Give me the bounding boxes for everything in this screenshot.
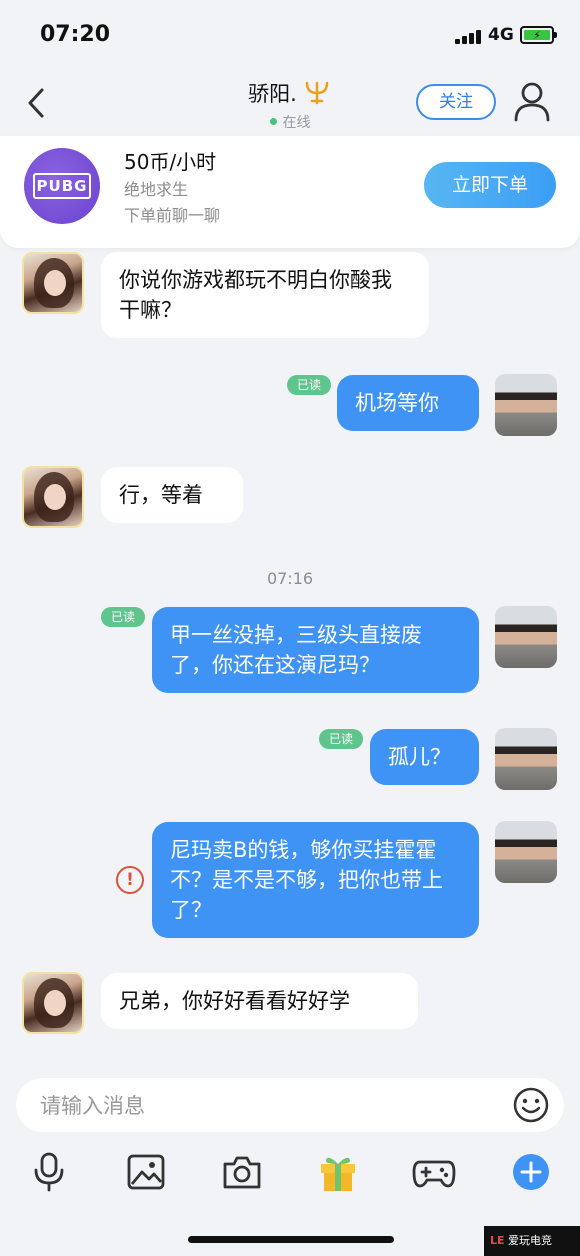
watermark-logo: LE 爱玩电竞 — [484, 1226, 580, 1256]
home-indicator[interactable] — [188, 1236, 394, 1243]
signal-icon — [455, 30, 481, 44]
service-game: 绝地求生 — [124, 180, 189, 199]
my-avatar[interactable] — [495, 821, 557, 883]
message-bubble-incoming[interactable]: 你说你游戏都玩不明白你酸我干嘛？ — [101, 252, 429, 338]
message-bubble-incoming[interactable]: 行，等着 — [101, 467, 243, 523]
message-input-placeholder: 请输入消息 — [40, 1094, 145, 1118]
message-bubble-incoming[interactable]: 兄弟，你好好看看好好学 — [101, 973, 418, 1029]
service-price: 50币/小时 — [124, 150, 217, 174]
profile-icon[interactable] — [513, 80, 551, 122]
contact-avatar[interactable] — [22, 466, 84, 528]
service-card: PUBG 50币/小时 绝地求生 下单前聊一聊 立即下单 — [0, 136, 580, 248]
my-avatar[interactable] — [495, 374, 557, 436]
gift-icon[interactable] — [316, 1150, 360, 1194]
order-now-button[interactable]: 立即下单 — [424, 162, 556, 208]
emoji-icon[interactable] — [512, 1086, 550, 1124]
follow-button[interactable]: 关注 — [416, 84, 496, 120]
network-type: 4G — [488, 25, 514, 45]
camera-icon[interactable] — [220, 1150, 264, 1194]
plus-icon[interactable] — [509, 1150, 553, 1194]
read-badge: 已读 — [101, 607, 146, 627]
chat-toolbar — [0, 1146, 580, 1202]
service-note: 下单前聊一聊 — [124, 206, 221, 225]
message-bubble-outgoing[interactable]: 孤儿？ — [370, 729, 479, 785]
chat-header: 骄阳. 在线 关注 — [0, 72, 580, 136]
read-badge: 已读 — [287, 375, 332, 395]
read-badge: 已读 — [319, 729, 364, 749]
contact-avatar[interactable] — [22, 252, 84, 314]
image-icon[interactable] — [124, 1150, 168, 1194]
microphone-icon[interactable] — [27, 1150, 71, 1194]
gamepad-icon[interactable] — [412, 1150, 456, 1194]
online-status: 在线 — [0, 112, 580, 132]
status-time: 07:20 — [40, 22, 111, 47]
pubg-logo-text: PUBG — [33, 173, 91, 199]
status-bar: 07:20 4G ⚡ — [0, 0, 580, 72]
time-divider: 07:16 — [266, 569, 314, 588]
message-bubble-outgoing[interactable]: 机场等你 — [337, 375, 479, 431]
trident-icon — [305, 81, 329, 105]
send-failed-icon[interactable]: ! — [116, 866, 144, 894]
contact-nickname: 骄阳. — [248, 82, 297, 106]
pubg-logo: PUBG — [24, 148, 100, 224]
my-avatar[interactable] — [495, 728, 557, 790]
my-avatar[interactable] — [495, 606, 557, 668]
battery-icon: ⚡ — [520, 26, 557, 44]
message-bubble-outgoing[interactable]: 尼玛卖B的钱，够你买挂霍霍不？是不是不够，把你也带上了？ — [152, 822, 479, 938]
message-bubble-outgoing[interactable]: 甲一丝没掉，三级头直接废了，你还在这演尼玛？ — [152, 607, 479, 693]
contact-avatar[interactable] — [22, 972, 84, 1034]
online-dot-icon — [269, 118, 277, 125]
message-input[interactable]: 请输入消息 — [16, 1078, 564, 1132]
